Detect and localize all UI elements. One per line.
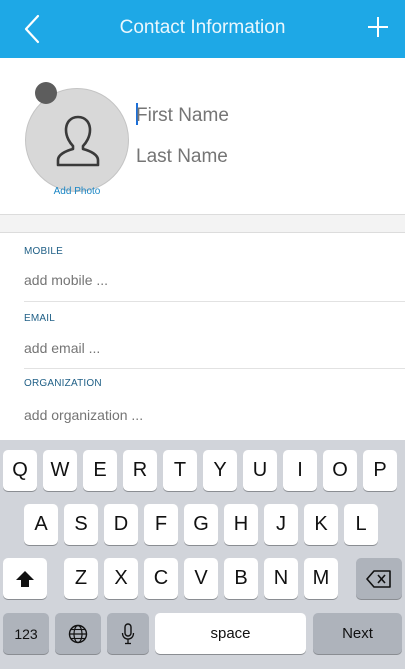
shift-key[interactable]	[3, 558, 47, 599]
key-e[interactable]: E	[83, 450, 117, 491]
mobile-label: MOBILE	[24, 246, 63, 257]
key-t[interactable]: T	[163, 450, 197, 491]
microphone-key[interactable]	[107, 613, 149, 654]
key-a[interactable]: A	[24, 504, 58, 545]
space-key[interactable]: space	[155, 613, 306, 654]
key-n[interactable]: N	[264, 558, 298, 599]
key-z[interactable]: Z	[64, 558, 98, 599]
key-q[interactable]: Q	[3, 450, 37, 491]
key-x[interactable]: X	[104, 558, 138, 599]
add-photo-link[interactable]: Add Photo	[25, 186, 129, 197]
first-name-input[interactable]	[136, 101, 386, 131]
key-j[interactable]: J	[264, 504, 298, 545]
key-b[interactable]: B	[224, 558, 258, 599]
microphone-icon	[121, 622, 135, 644]
numbers-key[interactable]: 123	[3, 613, 49, 654]
key-g[interactable]: G	[184, 504, 218, 545]
key-p[interactable]: P	[363, 450, 397, 491]
key-s[interactable]: S	[64, 504, 98, 545]
page-title: Contact Information	[119, 17, 286, 38]
section-gap	[0, 215, 405, 232]
key-w[interactable]: W	[43, 450, 77, 491]
key-k[interactable]: K	[304, 504, 338, 545]
avatar-edit-dot	[35, 82, 57, 104]
mobile-input[interactable]	[24, 268, 384, 292]
key-m[interactable]: M	[304, 558, 338, 599]
contact-information-screen: Contact Information Add Photo MOBILE EMA…	[0, 0, 405, 669]
backspace-icon	[366, 569, 391, 588]
next-key[interactable]: Next	[313, 613, 402, 654]
key-i[interactable]: I	[283, 450, 317, 491]
key-v[interactable]: V	[184, 558, 218, 599]
avatar[interactable]	[25, 88, 129, 192]
globe-icon	[68, 624, 88, 643]
key-l[interactable]: L	[344, 504, 378, 545]
key-h[interactable]: H	[224, 504, 258, 545]
globe-key[interactable]	[55, 613, 101, 654]
email-label: EMAIL	[24, 313, 56, 324]
key-f[interactable]: F	[144, 504, 178, 545]
field-divider	[24, 301, 405, 302]
last-name-input[interactable]	[136, 142, 386, 172]
plus-icon[interactable]	[363, 12, 393, 42]
field-divider	[24, 368, 405, 369]
person-outline-icon	[56, 115, 100, 167]
key-c[interactable]: C	[144, 558, 178, 599]
key-y[interactable]: Y	[203, 450, 237, 491]
email-input[interactable]	[24, 336, 384, 360]
profile-section: Add Photo	[0, 58, 405, 215]
key-o[interactable]: O	[323, 450, 357, 491]
key-d[interactable]: D	[104, 504, 138, 545]
onscreen-keyboard: Q W E R T Y U I O P A S D F G H J K L Z …	[0, 440, 405, 669]
key-u[interactable]: U	[243, 450, 277, 491]
organization-label: ORGANIZATION	[24, 378, 102, 389]
delete-key[interactable]	[356, 558, 402, 599]
key-r[interactable]: R	[123, 450, 157, 491]
section-divider	[0, 232, 405, 233]
shift-arrow-icon	[16, 570, 34, 587]
organization-input[interactable]	[24, 403, 384, 427]
nav-bar: Contact Information	[0, 0, 405, 58]
